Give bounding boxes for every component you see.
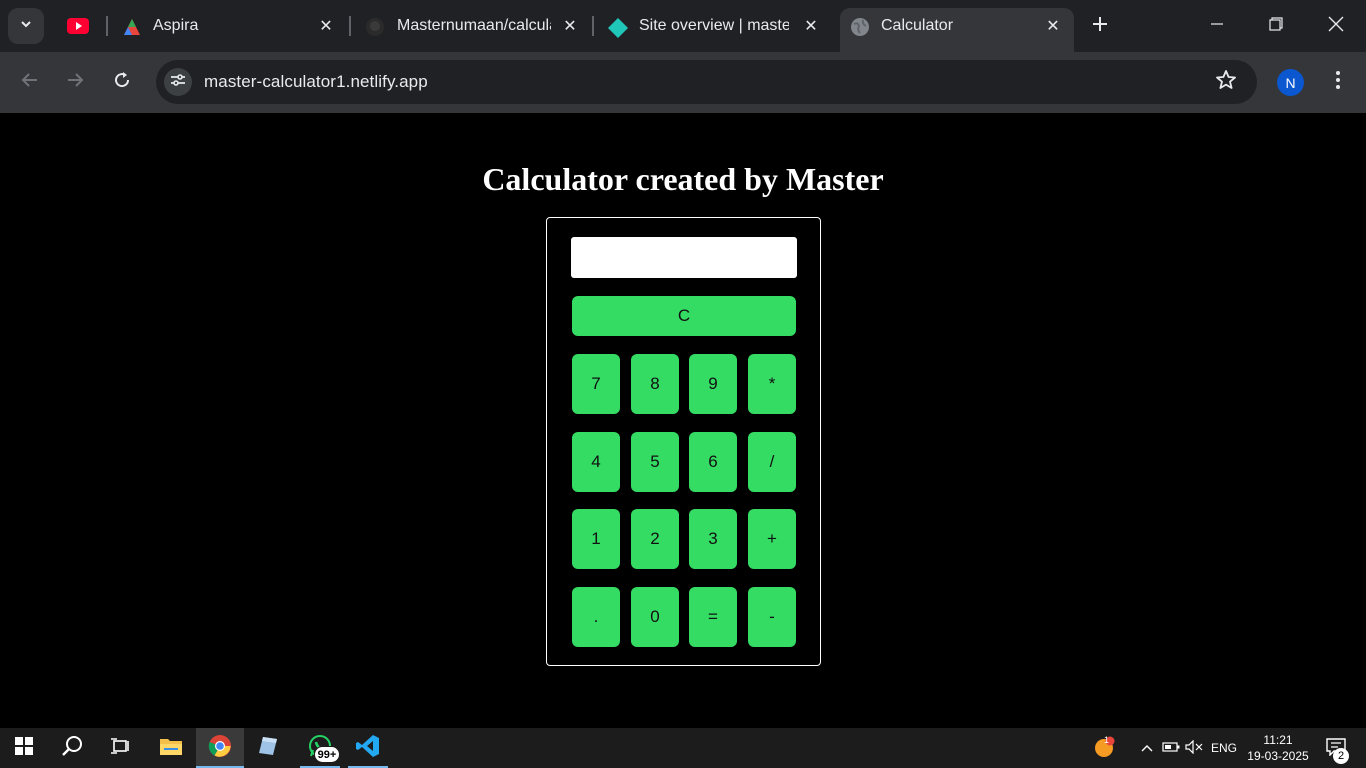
key-2[interactable]: 2 xyxy=(631,509,679,569)
tab-calculator[interactable]: Calculator ✕ xyxy=(840,8,1074,52)
tab-aspira[interactable]: Aspira ✕ xyxy=(112,8,346,44)
task-view-button[interactable] xyxy=(96,728,144,768)
tab-github[interactable]: Masternumaan/calculator ✕ xyxy=(355,8,589,44)
whatsapp-badge: 99+ xyxy=(314,746,340,763)
arrow-right-icon xyxy=(65,70,85,95)
tab-title: Aspira xyxy=(153,17,199,34)
minimize-button[interactable] xyxy=(1205,14,1229,38)
tab-separator xyxy=(349,16,351,36)
battery-icon xyxy=(1162,741,1180,755)
vscode-icon xyxy=(356,734,380,763)
aspira-icon xyxy=(122,17,142,42)
close-window-button[interactable] xyxy=(1324,14,1348,38)
volume-button[interactable] xyxy=(1184,728,1204,768)
start-button[interactable] xyxy=(0,728,48,768)
profile-avatar[interactable]: N xyxy=(1277,69,1304,96)
task-view-icon xyxy=(110,737,130,760)
chrome-taskbar-button[interactable] xyxy=(196,728,244,768)
notification-badge: 1 xyxy=(1104,735,1110,745)
key-subtract[interactable]: - xyxy=(748,587,796,647)
chevron-up-icon xyxy=(1141,741,1153,755)
key-divide[interactable]: / xyxy=(748,432,796,492)
tab-separator xyxy=(592,16,594,36)
tab-title: Calculator xyxy=(881,17,954,34)
clock[interactable]: 11:21 19-03-2025 xyxy=(1246,732,1310,764)
restore-button[interactable] xyxy=(1264,14,1288,38)
folder-icon xyxy=(159,736,183,761)
calculator-display[interactable] xyxy=(571,237,797,278)
key-6[interactable]: 6 xyxy=(689,432,737,492)
plus-icon xyxy=(1092,16,1108,37)
bookmark-button[interactable] xyxy=(1214,69,1238,96)
more-vert-icon xyxy=(1335,70,1341,95)
tab-separator xyxy=(106,16,108,36)
close-tab-icon[interactable]: ✕ xyxy=(1043,16,1063,36)
url-text[interactable]: master-calculator1.netlify.app xyxy=(204,72,428,92)
reload-button[interactable] xyxy=(108,68,136,96)
tab-title: Masternumaan/calculator xyxy=(397,17,551,34)
language-indicator[interactable]: ENG xyxy=(1208,728,1240,768)
globe-icon xyxy=(850,17,870,42)
action-center-badge: 2 xyxy=(1333,748,1349,764)
key-decimal[interactable]: . xyxy=(572,587,620,647)
tab-netlify[interactable]: Site overview | master-calculator1 ✕ xyxy=(598,8,832,44)
windows-logo-icon xyxy=(15,736,33,760)
key-add[interactable]: + xyxy=(748,509,796,569)
show-hidden-icons-button[interactable] xyxy=(1138,728,1156,768)
key-multiply[interactable]: * xyxy=(748,354,796,414)
clock-date: 19-03-2025 xyxy=(1247,749,1309,763)
windows-taskbar: 99+ 1 ENG 11:21 19-03-2025 2 xyxy=(0,728,1366,768)
close-tab-icon[interactable]: ✕ xyxy=(316,16,336,36)
clear-button[interactable]: C xyxy=(572,296,796,336)
tune-icon xyxy=(169,71,187,94)
forward-button[interactable] xyxy=(61,68,89,96)
key-5[interactable]: 5 xyxy=(631,432,679,492)
address-bar[interactable]: master-calculator1.netlify.app xyxy=(156,60,1257,104)
key-equals[interactable]: = xyxy=(689,587,737,647)
star-icon xyxy=(1215,69,1237,96)
new-tab-button[interactable] xyxy=(1088,14,1112,38)
search-icon xyxy=(61,735,83,762)
key-1[interactable]: 1 xyxy=(572,509,620,569)
chevron-down-icon xyxy=(19,17,33,36)
close-icon xyxy=(1328,16,1344,37)
close-tab-icon[interactable]: ✕ xyxy=(801,16,821,36)
key-8[interactable]: 8 xyxy=(631,354,679,414)
site-info-button[interactable] xyxy=(164,68,192,96)
battery-button[interactable] xyxy=(1161,728,1181,768)
clock-time: 11:21 xyxy=(1263,733,1293,747)
chrome-icon xyxy=(208,734,232,763)
page-title: Calculator created by Master xyxy=(482,161,884,197)
file-explorer-button[interactable] xyxy=(147,728,195,768)
notebook-icon xyxy=(257,735,279,762)
arrow-left-icon xyxy=(20,70,40,95)
key-7[interactable]: 7 xyxy=(572,354,620,414)
key-3[interactable]: 3 xyxy=(689,509,737,569)
minimize-icon xyxy=(1210,17,1224,36)
browser-toolbar: master-calculator1.netlify.app N xyxy=(0,52,1366,113)
key-0[interactable]: 0 xyxy=(631,587,679,647)
tab-title: Site overview | master-calculator1 xyxy=(639,17,789,34)
close-tab-icon[interactable]: ✕ xyxy=(560,16,580,36)
calculator: C 7 8 9 * 4 5 6 / 1 2 3 + . 0 = - xyxy=(546,217,821,666)
web-page: Calculator created by Master C 7 8 9 * 4… xyxy=(0,113,1366,728)
key-9[interactable]: 9 xyxy=(689,354,737,414)
reload-icon xyxy=(112,70,132,95)
notes-app-button[interactable] xyxy=(244,728,292,768)
volume-muted-icon xyxy=(1185,739,1203,757)
key-4[interactable]: 4 xyxy=(572,432,620,492)
tab-youtube[interactable] xyxy=(56,8,100,44)
vscode-button[interactable] xyxy=(344,728,392,768)
search-button[interactable] xyxy=(48,728,96,768)
youtube-icon xyxy=(66,17,90,40)
tab-search-button[interactable] xyxy=(8,8,44,44)
netlify-icon xyxy=(607,17,629,44)
github-icon xyxy=(365,17,385,42)
notification-app-button[interactable] xyxy=(1090,728,1118,768)
tab-strip: Aspira ✕ Masternumaan/calculator ✕ Site … xyxy=(0,0,1366,52)
browser-menu-button[interactable] xyxy=(1326,70,1350,94)
back-button[interactable] xyxy=(16,68,44,96)
restore-icon xyxy=(1269,16,1283,36)
